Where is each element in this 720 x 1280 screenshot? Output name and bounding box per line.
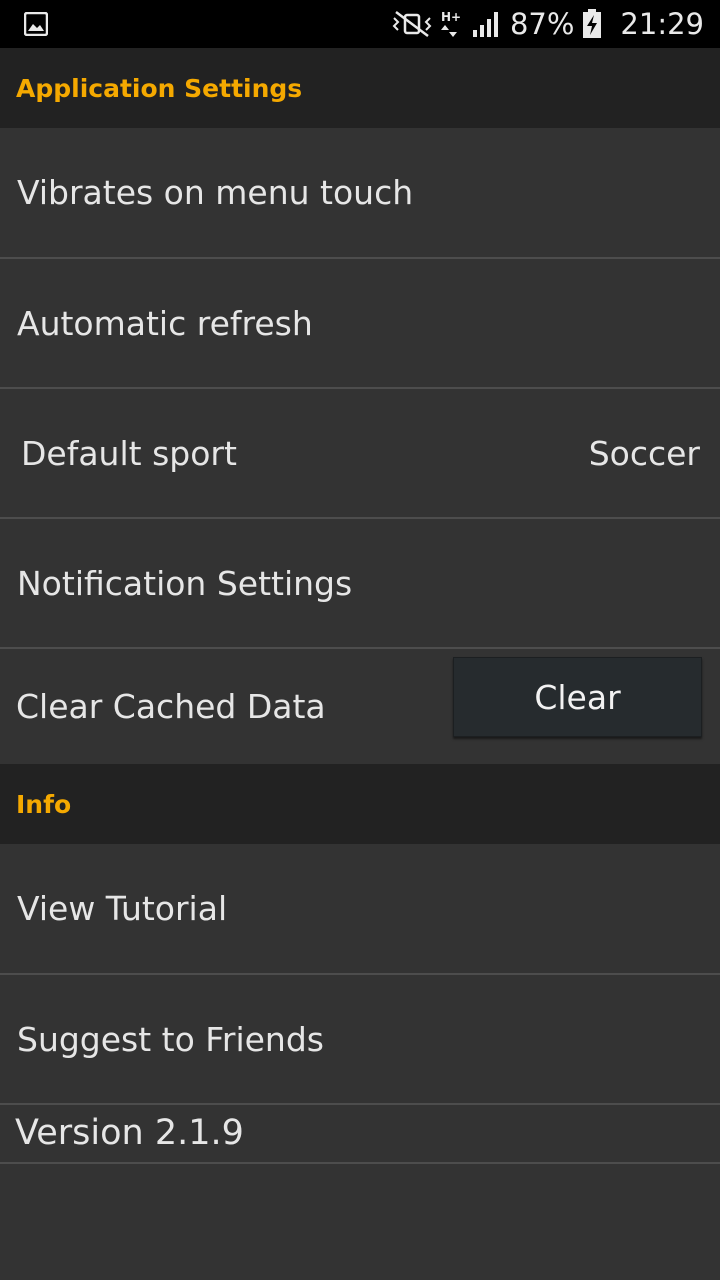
info-view-tutorial[interactable]: View Tutorial [0,844,720,975]
clock: 21:29 [620,7,704,41]
clear-button[interactable]: Clear [453,657,702,737]
info-label: Suggest to Friends [17,1019,324,1059]
setting-vibrates-on-touch[interactable]: Vibrates on menu touch [0,128,720,259]
section-title: Info [16,789,72,819]
setting-automatic-refresh[interactable]: Automatic refresh [0,259,720,389]
info-label: View Tutorial [17,889,228,928]
setting-label: Clear Cached Data [16,687,326,726]
status-bar: H+ 87% 21:29 [0,0,720,48]
section-header-info: Info [0,764,720,844]
setting-label: Default sport [21,433,237,473]
vibrate-mode-icon [392,11,432,37]
setting-default-sport[interactable]: Default sport Soccer [0,389,720,519]
section-title: Application Settings [16,73,303,103]
svg-text:H+: H+ [441,10,461,24]
setting-notification-settings[interactable]: Notification Settings [0,519,720,649]
version-row: Version 2.1.9 [0,1104,720,1164]
setting-label: Notification Settings [17,563,353,603]
setting-label: Vibrates on menu touch [17,173,414,212]
hplus-data-icon: H+ [440,10,461,37]
setting-clear-cached-data: Clear Cached Data Clear [0,649,720,764]
battery-charging-icon [583,9,602,38]
default-sport-value: Soccer [588,433,700,473]
section-header-app-settings: Application Settings [0,48,720,128]
version-text: Version 2.1.9 [15,1113,244,1153]
setting-label: Automatic refresh [17,303,313,343]
signal-strength-icon [472,12,498,37]
info-suggest-to-friends[interactable]: Suggest to Friends [0,975,720,1105]
battery-percentage: 87% [509,7,575,41]
image-notification-icon [24,12,48,36]
